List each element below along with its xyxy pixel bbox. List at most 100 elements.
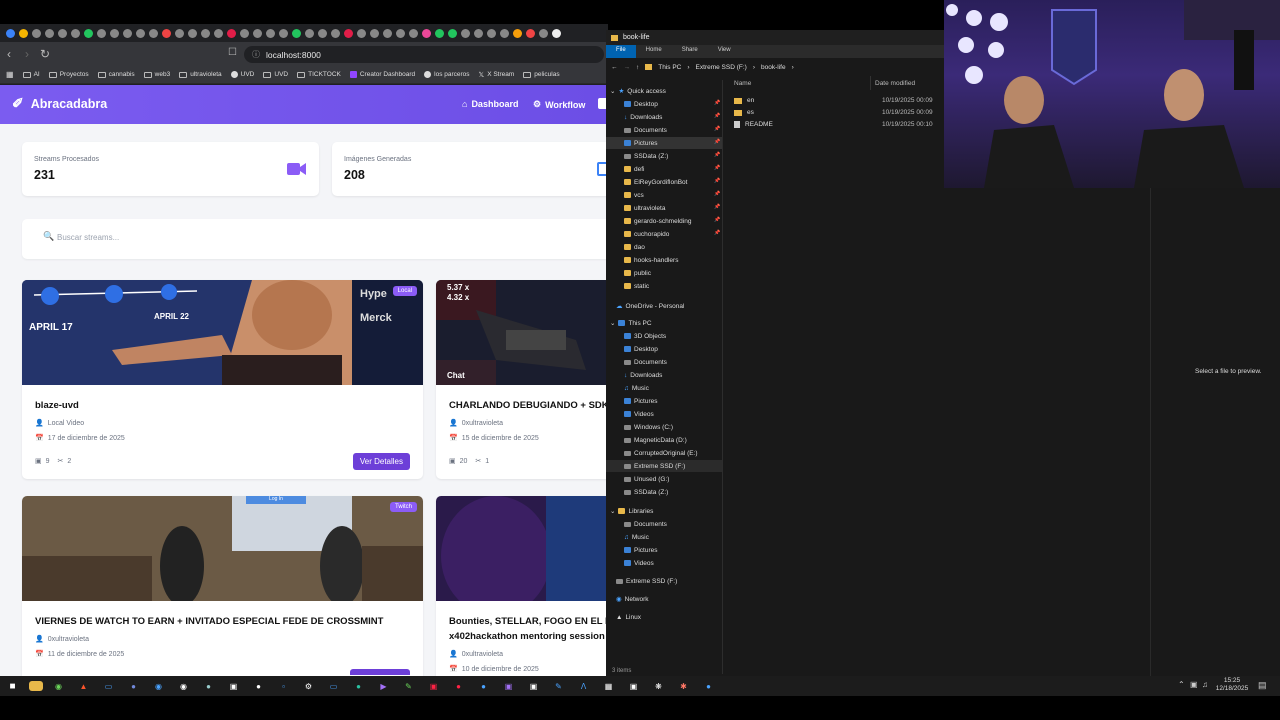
nav-dashboard[interactable]: ⌂ Dashboard [462,99,518,109]
tab-favicon[interactable] [498,27,511,40]
card-title[interactable]: CHARLANDO DEBUGIANDO + SDK [449,400,608,411]
bookmark-proyectos[interactable]: Proyectos [48,71,89,78]
file-row[interactable]: en 10/19/2025 00:09 [734,95,939,106]
tab-favicon[interactable] [56,27,69,40]
tab-favicon[interactable] [420,27,433,40]
stream-card[interactable]: APRIL 17 APRIL 22 Hype Merck Local blaze… [22,280,423,479]
tray-chevron-icon[interactable]: ⌃ [1178,680,1185,689]
tree-quick-access[interactable]: ⌄ ★ Quick access [610,85,666,97]
tab-favicon[interactable] [108,27,121,40]
tree-item[interactable]: CorruptedOriginal (E:) [624,447,698,459]
browser-icon[interactable]: ◉ [150,679,168,693]
tab-favicon[interactable] [355,27,368,40]
tree-libraries[interactable]: ⌄ Libraries [610,505,653,517]
tab-favicon[interactable] [316,27,329,40]
tree-item-current[interactable]: Extreme SSD (F:) [606,460,722,472]
tab-favicon[interactable] [95,27,108,40]
explorer-address-bar[interactable]: ← → ↑ This PC › Extreme SSD (F:) › book-li… [606,60,944,74]
tab-favicon[interactable] [251,27,264,40]
app-icon[interactable]: ▣ [525,679,543,693]
tree-onedrive[interactable]: ☁ OneDrive - Personal [616,300,684,312]
edge-icon[interactable]: ● [350,679,368,693]
bookmark-uvd[interactable]: UVD [230,71,254,78]
tree-network[interactable]: ◉ Network [616,593,649,605]
tab-favicon[interactable] [43,27,56,40]
tab-favicon[interactable] [329,27,342,40]
card-title[interactable]: Bounties, STELLAR, FOGO EN EL FA [449,616,608,627]
tab-favicon[interactable] [30,27,43,40]
tree-item[interactable]: SSData (Z:) [624,150,668,162]
tree-item[interactable]: Documents [624,518,667,530]
tab-favicon[interactable] [381,27,394,40]
tab-favicon[interactable] [303,27,316,40]
tree-item[interactable]: ultravioleta [624,202,665,214]
file-explorer-icon[interactable] [28,681,43,691]
column-divider[interactable] [870,76,871,90]
tab-favicon[interactable] [342,27,355,40]
pane-divider[interactable] [1150,188,1151,676]
tab-favicon[interactable] [121,27,134,40]
stream-card[interactable]: Log In Twitch VIERNES DE WATCH TO EARN +… [22,496,423,676]
tab-favicon[interactable] [524,27,537,40]
app-icon[interactable]: ▦ [600,679,618,693]
tree-item[interactable]: SSData (Z:) [624,486,668,498]
app-icon[interactable]: ▣ [500,679,518,693]
address-bar[interactable]: ⓘ localhost:8000 [244,46,604,63]
card-title[interactable]: blaze-uvd [35,400,79,411]
bookmark-creator-dashboard[interactable]: Creator Dashboard [349,71,415,78]
tab-favicon[interactable] [17,27,30,40]
ribbon-tab-file[interactable]: File [606,45,636,58]
tree-item[interactable]: vcs [624,189,644,201]
tree-item[interactable]: ↓ Downloads [624,369,662,381]
discord-icon[interactable]: ● [125,679,143,693]
app-icon[interactable]: ▣ [225,679,243,693]
tab-favicon[interactable] [550,27,563,40]
card-title-line2[interactable]: x402hackathon mentoring session [449,631,605,642]
tab-favicon[interactable] [446,27,459,40]
ribbon-tab-view[interactable]: View [708,45,741,58]
tab-favicon[interactable] [82,27,95,40]
reload-icon[interactable]: ↻ [36,47,54,61]
volume-icon[interactable]: ♫ [1202,680,1208,689]
steam-icon[interactable]: ● [200,679,218,693]
search-input[interactable]: Buscar streams... [57,233,119,242]
stream-thumbnail[interactable] [436,496,608,601]
tab-favicon[interactable] [537,27,550,40]
settings-icon[interactable]: ⚙ [300,679,318,693]
tree-item[interactable]: Documents [624,124,667,136]
tab-favicon[interactable] [160,27,173,40]
bookmark-ticktock[interactable]: TICKTOCK [297,71,341,78]
bookmark-cannabis[interactable]: cannabis [97,71,135,78]
forward-icon[interactable]: › [18,47,36,61]
clock[interactable]: 15:25 12/18/2025 [1214,677,1250,693]
tree-item[interactable]: hooks-handlers [624,254,678,266]
tree-item[interactable]: Desktop [624,343,658,355]
tree-item[interactable]: dao [624,241,645,253]
obs-icon[interactable]: ◉ [175,679,193,693]
brave-icon[interactable]: ▲ [75,679,93,693]
tab-favicon[interactable] [186,27,199,40]
app-icon[interactable]: ● [475,679,493,693]
up-icon[interactable]: ↑ [636,64,639,71]
bookmark-x-stream[interactable]: 𝕏X Stream [479,71,515,79]
bookmark-star-icon[interactable]: ☐ [228,47,237,58]
app-icon[interactable]: ✎ [400,679,418,693]
back-icon[interactable]: ← [611,64,618,71]
app-icon[interactable]: Λ [575,679,593,693]
ribbon-tab-home[interactable]: Home [636,45,672,58]
tree-item[interactable]: public [624,267,651,279]
tree-item[interactable]: static [624,280,649,292]
tab-favicon[interactable] [407,27,420,40]
app-icon[interactable]: ▣ [425,679,443,693]
app-icon[interactable]: ✱ [675,679,693,693]
tab-favicon[interactable] [225,27,238,40]
tab-favicon[interactable] [238,27,251,40]
file-row[interactable]: README 10/19/2025 00:10 [734,119,939,130]
visual-studio-icon[interactable]: ▶ [375,679,393,693]
tree-item[interactable]: ↓ Downloads [624,111,662,123]
tree-item[interactable]: defi [624,163,644,175]
tree-item[interactable]: Pictures [624,544,657,556]
stream-thumbnail[interactable] [22,496,423,601]
nav-workflow[interactable]: ⚙ Workflow [533,99,585,110]
network-tray-icon[interactable]: ▣ [1190,680,1198,689]
